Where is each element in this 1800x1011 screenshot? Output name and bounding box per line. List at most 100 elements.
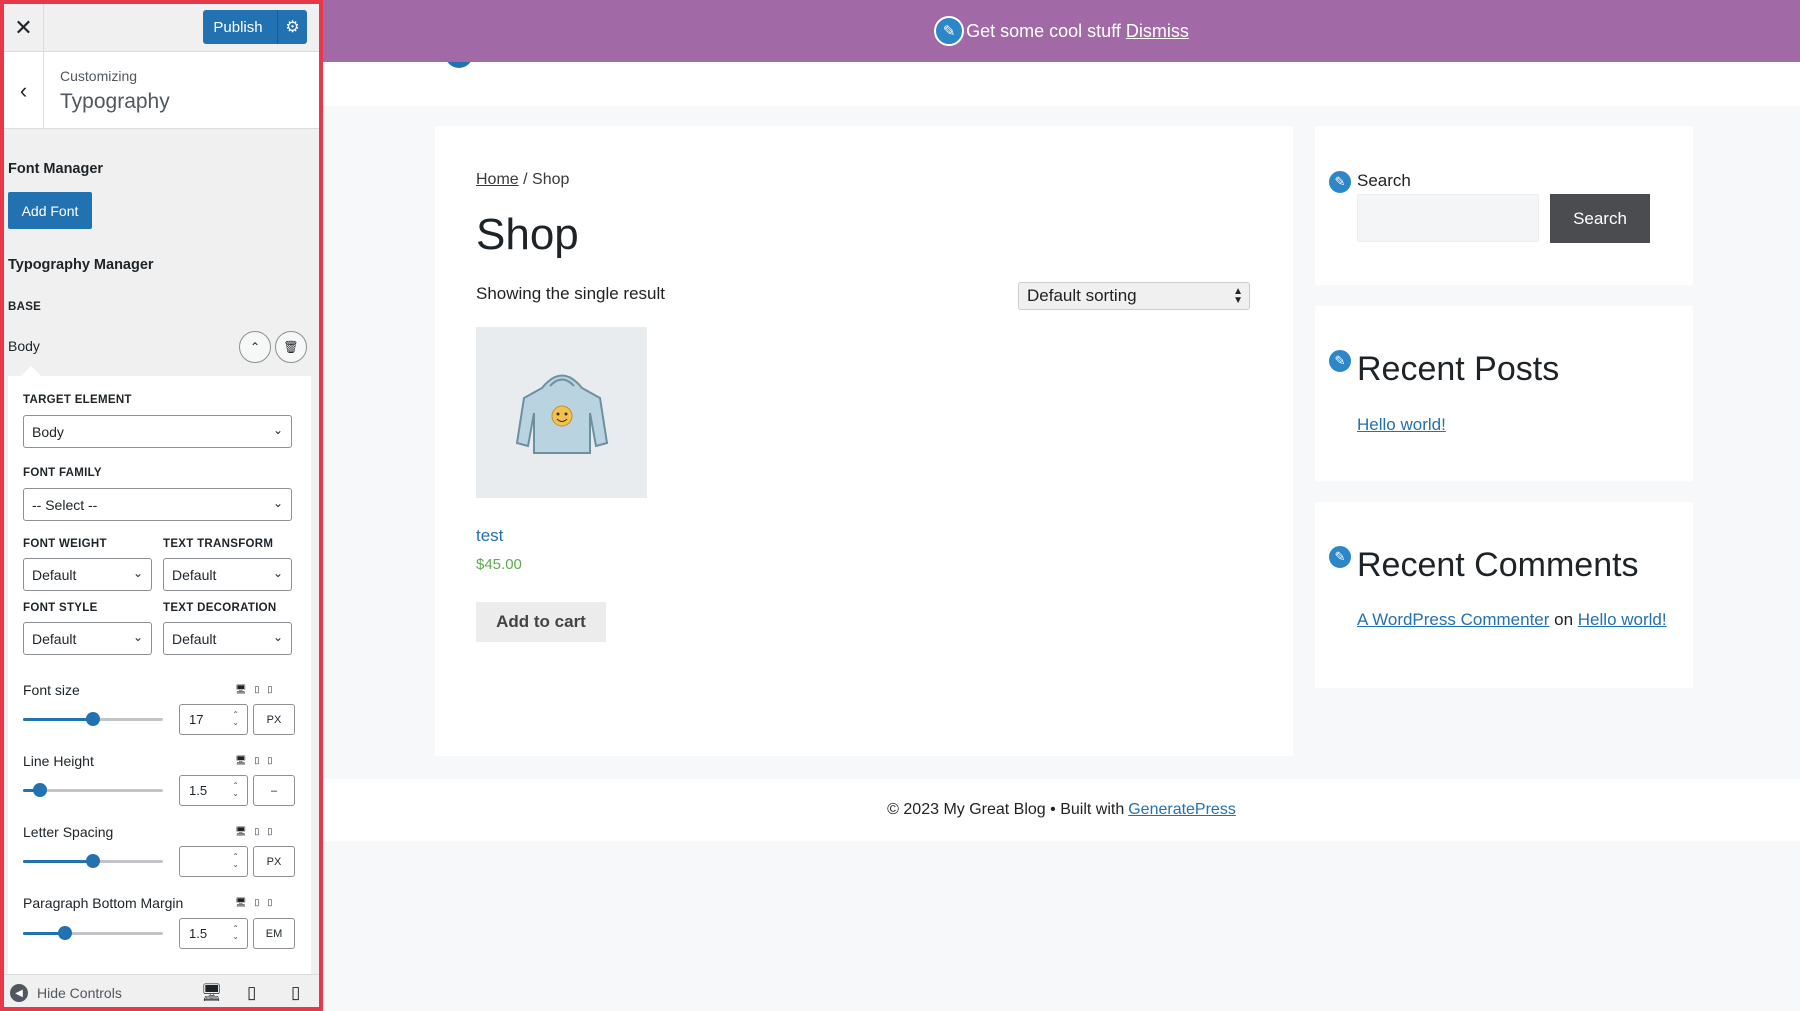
comment-post-link[interactable]: Hello world! — [1578, 610, 1667, 629]
dismiss-link[interactable]: Dismiss — [1126, 21, 1189, 42]
recent-post-link[interactable]: Hello world! — [1357, 415, 1446, 435]
font-size-unit-button[interactable]: PX — [253, 704, 295, 735]
search-widget-label: Search — [1357, 171, 1411, 190]
collapse-arrow-icon[interactable]: ◀ — [10, 984, 28, 1002]
letter-spacing-input[interactable]: ⌃ ⌄ — [179, 846, 248, 877]
result-count: Showing the single result — [476, 284, 666, 303]
tablet-icon[interactable]: ▯ — [247, 983, 256, 1003]
customizer-top-bar: ✕ Publish ⚙ — [4, 4, 319, 52]
base-label: BASE — [8, 301, 42, 313]
line-height-label: Line Height — [23, 753, 94, 769]
font-style-value: Default — [32, 630, 77, 647]
hide-controls-button[interactable]: Hide Controls — [37, 985, 122, 1001]
body-label: Body — [8, 338, 40, 354]
close-customizer-button[interactable]: ✕ — [4, 4, 44, 52]
footer-theme-link[interactable]: GeneratePress — [1128, 801, 1236, 819]
gear-icon[interactable]: ⚙ — [277, 10, 307, 44]
chevron-down-icon: ⌄ — [272, 423, 283, 437]
publish-button[interactable]: Publish ⚙ — [203, 10, 307, 44]
font-manager-heading: Font Manager — [8, 161, 104, 177]
comment-on-text: on — [1549, 610, 1578, 629]
delete-button[interactable]: 🗑 — [275, 331, 307, 363]
font-size-input[interactable]: 17 ⌃ ⌄ — [179, 704, 248, 735]
trash-icon: 🗑 — [283, 340, 299, 354]
responsive-device-icons[interactable]: 🖥▯▯ — [235, 897, 280, 908]
paragraph-margin-label: Paragraph Bottom Margin — [23, 895, 184, 911]
font-weight-value: Default — [32, 566, 77, 583]
paragraph-margin-unit-button[interactable]: EM — [253, 918, 295, 949]
line-height-unit-button[interactable]: – — [253, 775, 295, 806]
search-widget: ✎ Search Search — [1315, 126, 1693, 285]
desktop-icon[interactable]: 🖥 — [201, 983, 223, 1003]
font-weight-select[interactable]: Default ⌄ — [23, 558, 152, 591]
chevron-left-icon: ‹ — [19, 77, 28, 103]
slider-thumb[interactable] — [86, 712, 100, 726]
recent-comments-widget: ✎ Recent Comments A WordPress Commenter … — [1315, 502, 1693, 688]
section-header: ‹ Customizing Typography — [4, 52, 319, 129]
font-size-label: Font size — [23, 682, 80, 698]
chevron-down-icon: ⌄ — [272, 566, 283, 580]
paragraph-margin-slider[interactable] — [23, 926, 163, 940]
text-transform-select[interactable]: Default ⌄ — [163, 558, 292, 591]
letter-spacing-unit-button[interactable]: PX — [253, 846, 295, 877]
add-to-cart-button[interactable]: Add to cart — [476, 602, 606, 642]
add-font-button[interactable]: Add Font — [8, 192, 92, 229]
responsive-device-icons[interactable]: 🖥▯▯ — [235, 755, 280, 766]
page-title: Shop — [476, 210, 579, 259]
customizer-footer: ◀ Hide Controls 🖥 ▯ ▯ — [4, 974, 319, 1007]
mobile-icon[interactable]: ▯ — [291, 983, 300, 1003]
target-element-select[interactable]: Body ⌄ — [23, 415, 292, 448]
chevron-down-icon: ⌄ — [132, 630, 143, 644]
paragraph-margin-input[interactable]: 1.5 ⌃ ⌄ — [179, 918, 248, 949]
banner-text: Get some cool stuff — [966, 20, 1121, 41]
back-button[interactable]: ‹ — [4, 52, 44, 129]
spinner-icon[interactable]: ⌃ ⌄ — [232, 782, 239, 798]
slider-fill — [23, 860, 93, 863]
search-button[interactable]: Search — [1550, 194, 1650, 243]
sorting-value: Default sorting — [1027, 286, 1137, 305]
text-decoration-label: TEXT DECORATION — [163, 602, 277, 614]
text-transform-value: Default — [172, 566, 217, 583]
customizer-sidebar: ✕ Publish ⚙ ‹ Customizing Typography Fon… — [0, 0, 323, 1011]
product-image[interactable] — [476, 327, 647, 498]
line-height-slider[interactable] — [23, 783, 163, 797]
shop-content: Home / Shop Shop Showing the single resu… — [435, 126, 1293, 756]
letter-spacing-slider[interactable] — [23, 854, 163, 868]
search-input[interactable] — [1357, 194, 1539, 242]
breadcrumb-home-link[interactable]: Home — [476, 171, 519, 188]
target-element-value: Body — [32, 423, 64, 440]
slider-thumb[interactable] — [32, 783, 47, 797]
edit-pencil-icon[interactable]: ✎ — [934, 16, 965, 46]
slider-thumb[interactable] — [86, 854, 100, 868]
text-decoration-value: Default — [172, 630, 217, 647]
font-size-slider[interactable] — [23, 712, 163, 726]
spinner-icon[interactable]: ⌃ ⌄ — [232, 853, 239, 869]
recent-posts-title: Recent Posts — [1357, 350, 1560, 388]
font-style-select[interactable]: Default ⌄ — [23, 622, 152, 655]
font-family-select[interactable]: -- Select -- ⌄ — [23, 488, 292, 521]
line-height-input[interactable]: 1.5 ⌃ ⌄ — [179, 775, 248, 806]
spinner-icon[interactable]: ⌃ ⌄ — [232, 711, 239, 727]
publish-label: Publish — [213, 18, 263, 36]
letter-spacing-label: Letter Spacing — [23, 824, 114, 840]
chevron-up-icon: ⌃ — [249, 340, 261, 354]
notice-banner: ✎ Get some cool stuff Dismiss — [323, 0, 1800, 62]
typography-manager-heading: Typography Manager — [8, 257, 154, 273]
comment-author-link[interactable]: A WordPress Commenter — [1357, 610, 1549, 629]
text-decoration-select[interactable]: Default ⌄ — [163, 622, 292, 655]
slider-thumb[interactable] — [58, 926, 72, 940]
spinner-icon[interactable]: ⌃ ⌄ — [232, 925, 239, 941]
close-icon: ✕ — [14, 15, 33, 40]
edit-pencil-icon[interactable]: ✎ — [1327, 544, 1353, 570]
typography-settings-panel: TARGET ELEMENT Body ⌄ FONT FAMILY -- Sel… — [8, 376, 311, 974]
edit-pencil-icon[interactable]: ✎ — [1327, 169, 1353, 195]
product-name-link[interactable]: test — [476, 526, 503, 546]
collapse-button[interactable]: ⌃ — [239, 331, 271, 363]
footer-text: © 2023 My Great Blog • Built with — [887, 801, 1125, 818]
sorting-select[interactable]: Default sorting ▲ ▼ — [1018, 282, 1250, 310]
edit-pencil-icon[interactable]: ✎ — [1327, 348, 1353, 374]
responsive-device-icons[interactable]: 🖥▯▯ — [235, 826, 280, 837]
font-style-label: FONT STYLE — [23, 602, 98, 614]
responsive-device-icons[interactable]: 🖥▯▯ — [235, 684, 280, 695]
target-element-label: TARGET ELEMENT — [23, 394, 132, 406]
